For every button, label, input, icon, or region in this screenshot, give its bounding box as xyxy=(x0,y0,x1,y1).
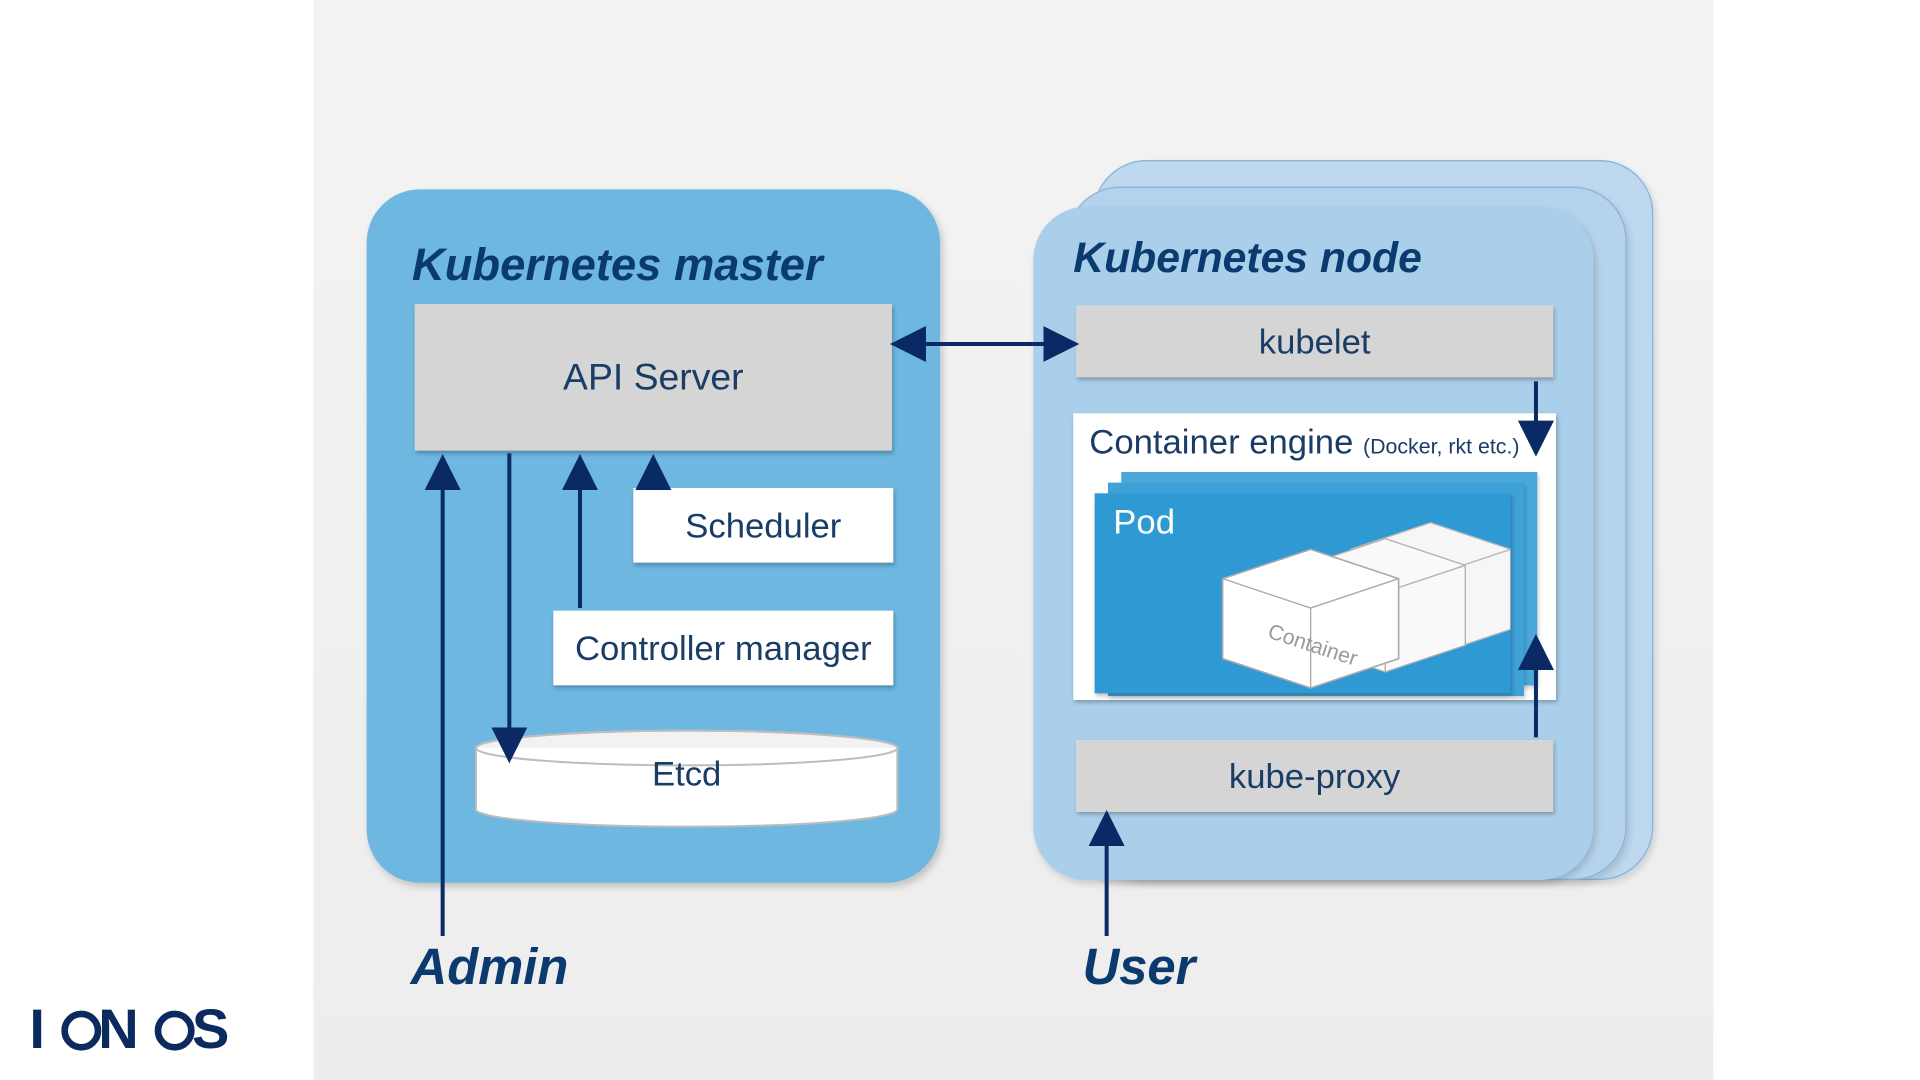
container-engine-panel: Container engine (Docker, rkt etc.) Pod xyxy=(1073,413,1556,700)
logo-o-icon xyxy=(61,1011,101,1051)
logo-o-icon xyxy=(155,1011,195,1051)
pod-panel: Pod xyxy=(1095,493,1511,693)
diagram-canvas: Kubernetes master API Server Scheduler C… xyxy=(0,0,1920,1080)
etcd-label: Etcd xyxy=(473,753,900,794)
container-cubes-svg: Container xyxy=(1095,493,1511,693)
node-panel: Kubernetes node kubelet Container engine… xyxy=(1033,207,1593,880)
controller-manager-label: Controller manager xyxy=(575,627,872,668)
user-role-label: User xyxy=(1083,940,1196,997)
container-engine-text: Container engine xyxy=(1089,421,1353,461)
container-engine-note: (Docker, rkt etc.) xyxy=(1363,436,1519,459)
kubelet-label: kubelet xyxy=(1259,321,1371,362)
etcd-cylinder: Etcd xyxy=(473,729,900,817)
kube-proxy-box: kube-proxy xyxy=(1076,740,1553,812)
container-engine-label: Container engine (Docker, rkt etc.) xyxy=(1089,421,1519,462)
ionos-logo: INS xyxy=(29,997,248,1061)
controller-manager-box: Controller manager xyxy=(553,611,893,686)
master-title: Kubernetes master xyxy=(412,240,823,292)
scale-wrapper: Kubernetes master API Server Scheduler C… xyxy=(0,0,1920,1080)
api-server-label: API Server xyxy=(563,356,744,399)
scheduler-label: Scheduler xyxy=(685,505,841,546)
api-server-box: API Server xyxy=(415,304,892,451)
master-panel: Kubernetes master API Server Scheduler C… xyxy=(367,189,940,882)
scheduler-box: Scheduler xyxy=(633,488,893,563)
kube-proxy-label: kube-proxy xyxy=(1229,755,1400,796)
node-title: Kubernetes node xyxy=(1073,233,1421,282)
kubelet-box: kubelet xyxy=(1076,305,1553,377)
admin-role-label: Admin xyxy=(411,940,569,997)
